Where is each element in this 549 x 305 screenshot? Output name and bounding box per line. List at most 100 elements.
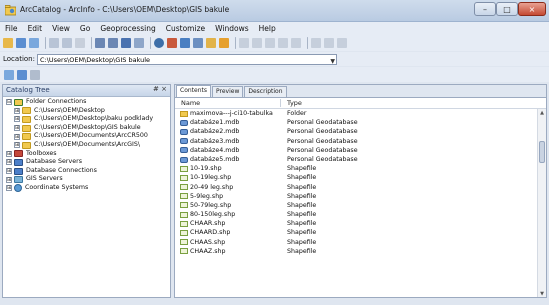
scroll-up-icon[interactable]: ▲	[538, 109, 546, 117]
pane-controls[interactable]: # ×	[153, 85, 167, 93]
expand-icon[interactable]: ⊞	[6, 185, 12, 192]
expand-icon[interactable]: ⊞	[14, 142, 20, 149]
search-window-icon[interactable]	[154, 38, 164, 48]
menu-customize[interactable]: Customize	[161, 24, 210, 33]
copy-icon[interactable]	[49, 38, 59, 48]
list-item[interactable]: 10-19.shp Shapefile	[175, 164, 546, 173]
arctoolbox-icon[interactable]	[167, 38, 177, 48]
tree-item-toolboxes[interactable]: ⊞ Toolboxes	[3, 150, 170, 159]
menu-go[interactable]: Go	[75, 24, 95, 33]
item-type: Shapefile	[287, 247, 317, 255]
list-item[interactable]: CHAAZ.shp Shapefile	[175, 247, 546, 256]
collapse-icon[interactable]: ⊟	[6, 99, 12, 106]
list-item[interactable]: CHAAR.shp Shapefile	[175, 219, 546, 228]
scroll-down-icon[interactable]: ▼	[538, 290, 546, 297]
list-item[interactable]: databáze2.mdb Personal Geodatabase	[175, 127, 546, 136]
expand-icon[interactable]: ⊞	[14, 125, 20, 132]
list-item[interactable]: databáze1.mdb Personal Geodatabase	[175, 118, 546, 127]
title-bar: ArcCatalog - ArcInfo - C:\Users\OEM\Desk…	[0, 0, 549, 22]
menu-view[interactable]: View	[47, 24, 75, 33]
up-one-level-icon[interactable]	[3, 38, 13, 48]
full-extent-icon[interactable]	[278, 38, 288, 48]
tree-item-gis-bakule[interactable]: ⊞ C:\Users\OEM\Desktop\GIS bakule	[3, 124, 170, 133]
tree-item-gis-servers[interactable]: ⊞ GIS Servers	[3, 175, 170, 184]
menu-help[interactable]: Help	[254, 24, 281, 33]
expand-icon[interactable]: ⊞	[6, 176, 12, 183]
disconnect-folder-icon[interactable]	[29, 38, 39, 48]
scrollbar-thumb[interactable]	[539, 141, 545, 163]
forward-icon[interactable]	[324, 38, 334, 48]
toolbar-separator	[45, 37, 46, 49]
tree-item-arcgis[interactable]: ⊞ C:\Users\OEM\Documents\ArcGIS\	[3, 141, 170, 150]
maximize-button[interactable]: □	[496, 2, 518, 16]
tree-item-coordinate-systems[interactable]: ⊞ Coordinate Systems	[3, 184, 170, 193]
geography-icon[interactable]	[17, 69, 27, 80]
python-window-icon[interactable]	[180, 38, 190, 48]
item-type: Shapefile	[287, 211, 317, 219]
delete-icon[interactable]	[75, 38, 85, 48]
menu-file[interactable]: File	[0, 24, 23, 33]
pan-icon[interactable]	[265, 38, 275, 48]
catalog-icon[interactable]	[4, 69, 14, 80]
tree-item-folder-connections[interactable]: ⊟ Folder Connections	[3, 98, 170, 107]
list-item[interactable]: databáze4.mdb Personal Geodatabase	[175, 146, 546, 155]
tree-item-label: C:\Users\OEM\Documents\ArcCR500	[34, 132, 148, 140]
list-item[interactable]: databáze3.mdb Personal Geodatabase	[175, 137, 546, 146]
expand-icon[interactable]: ⊞	[6, 168, 12, 175]
identify-icon[interactable]	[291, 38, 301, 48]
large-icons-icon[interactable]	[95, 38, 105, 48]
expand-icon[interactable]: ⊞	[6, 159, 12, 166]
whats-this-icon[interactable]	[219, 38, 229, 48]
tree-item-baku-podklady[interactable]: ⊞ C:\Users\OEM\Desktop\baku podklady	[3, 115, 170, 124]
toolbar-options-icon[interactable]	[30, 69, 40, 80]
chevron-down-icon[interactable]: ▼	[330, 56, 335, 64]
list-item[interactable]: maximova---j-ci10-tabulka Folder	[175, 109, 546, 118]
tree-item-desktop[interactable]: ⊞ C:\Users\OEM\Desktop	[3, 107, 170, 116]
tree-item-database-connections[interactable]: ⊞ Database Connections	[3, 167, 170, 176]
vertical-scrollbar[interactable]: ▲ ▼	[537, 109, 546, 297]
column-divider[interactable]	[280, 99, 281, 107]
menu-windows[interactable]: Windows	[210, 24, 253, 33]
folder-icon	[22, 133, 31, 141]
item-type: Shapefile	[287, 183, 317, 191]
list-item[interactable]: CHAAS.shp Shapefile	[175, 238, 546, 247]
item-name: databáze4.mdb	[190, 146, 240, 154]
tab-contents[interactable]: Contents	[176, 85, 211, 97]
expand-icon[interactable]: ⊞	[14, 116, 20, 123]
details-view-icon[interactable]	[121, 38, 131, 48]
item-type: Shapefile	[287, 201, 317, 209]
menu-edit[interactable]: Edit	[23, 24, 48, 33]
create-thumbnail-icon[interactable]	[337, 38, 347, 48]
zoom-in-icon[interactable]	[239, 38, 249, 48]
item-name: 80-150leg.shp	[190, 211, 236, 219]
expand-icon[interactable]: ⊞	[14, 133, 20, 140]
paste-icon[interactable]	[62, 38, 72, 48]
model-builder-icon[interactable]	[193, 38, 203, 48]
launch-arcmap-icon[interactable]	[206, 38, 216, 48]
list-item[interactable]: 10-19leg.shp Shapefile	[175, 173, 546, 182]
expand-icon[interactable]: ⊞	[14, 107, 20, 114]
location-input[interactable]: C:\Users\OEM\Desktop\GIS bakule ▼	[36, 53, 337, 65]
thumbnails-icon[interactable]	[134, 38, 144, 48]
list-item[interactable]: 80-150leg.shp Shapefile	[175, 210, 546, 219]
list-item[interactable]: CHAARD.shp Shapefile	[175, 228, 546, 237]
column-header-type[interactable]: Type	[287, 99, 302, 107]
zoom-out-icon[interactable]	[252, 38, 262, 48]
menu-geoprocessing[interactable]: Geoprocessing	[95, 24, 160, 33]
tab-description[interactable]: Description	[244, 86, 287, 97]
close-button[interactable]: ×	[518, 2, 546, 16]
column-header-name[interactable]: Name	[181, 99, 200, 107]
tab-preview[interactable]: Preview	[212, 86, 244, 97]
minimize-button[interactable]: –	[474, 2, 496, 16]
expand-icon[interactable]: ⊞	[6, 150, 12, 157]
back-icon[interactable]	[311, 38, 321, 48]
list-item[interactable]: 5-9leg.shp Shapefile	[175, 192, 546, 201]
list-item[interactable]: 20-49 leg.shp Shapefile	[175, 183, 546, 192]
list-item[interactable]: databáze5.mdb Personal Geodatabase	[175, 155, 546, 164]
connect-folder-icon[interactable]	[16, 38, 26, 48]
folder-icon	[180, 110, 188, 117]
tree-item-arccr500[interactable]: ⊞ C:\Users\OEM\Documents\ArcCR500	[3, 132, 170, 141]
tree-item-database-servers[interactable]: ⊞ Database Servers	[3, 158, 170, 167]
list-item[interactable]: 50-79leg.shp Shapefile	[175, 201, 546, 210]
list-view-icon[interactable]	[108, 38, 118, 48]
